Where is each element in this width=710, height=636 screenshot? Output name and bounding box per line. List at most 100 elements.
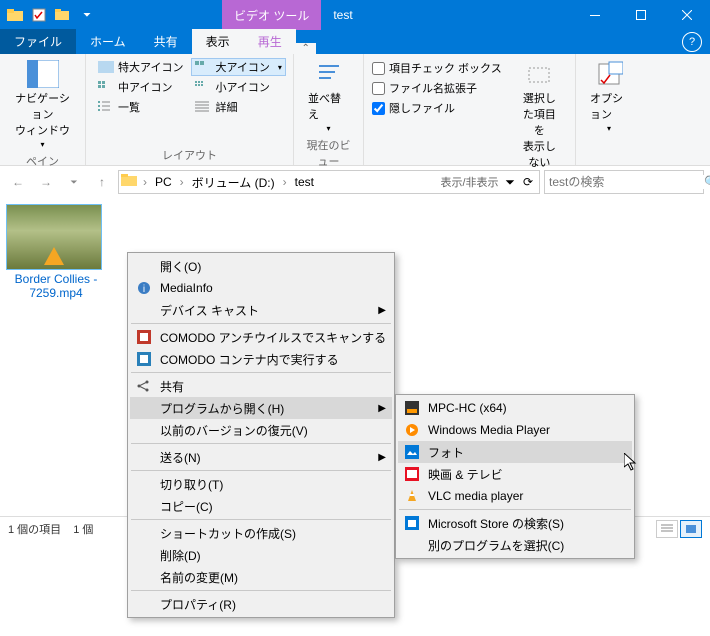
search-input[interactable] [549,175,704,189]
ribbon-collapse-icon[interactable]: ⌃ [296,43,316,54]
layout-xl[interactable]: 特大アイコン [94,58,187,76]
mpc-icon [404,400,420,416]
open-with-submenu: MPC-HC (x64) Windows Media Player フォト 映画… [395,394,635,559]
crumb-pc[interactable]: PC [151,175,176,189]
nav-pane-button[interactable]: ナビゲーション ウィンドウ ▾ [8,58,77,151]
share-icon [136,378,152,394]
mediainfo-icon: i [136,280,152,296]
svg-text:i: i [143,284,145,295]
video-thumbnail [6,204,102,270]
maximize-button[interactable] [618,0,664,30]
ctx-comodo-scan[interactable]: COMODO アンチウイルスでスキャンする [130,326,392,348]
tab-play[interactable]: 再生 [244,29,296,54]
chk-item-boxes[interactable]: 項目チェック ボックス [372,60,502,76]
group-sort-label: 現在のビュー [302,135,355,169]
thumbnails-view-icon[interactable] [680,520,702,538]
search-icon[interactable]: 🔍 [704,175,710,189]
chevron-right-icon: ▶ [378,305,386,316]
ctx-shortcut[interactable]: ショートカットの作成(S) [130,522,392,544]
app-wmp[interactable]: Windows Media Player [398,419,632,441]
chevron-right-icon[interactable]: › [281,175,289,189]
ctx-delete[interactable]: 削除(D) [130,544,392,566]
app-photos[interactable]: フォト [398,441,632,463]
layout-md[interactable]: 中アイコン [94,78,187,96]
comodo-icon [136,329,152,345]
sort-button[interactable]: 並べ替え ▾ [302,58,355,135]
qat-dropdown-icon[interactable]: ⏷ [76,4,98,26]
tab-home[interactable]: ホーム [76,29,140,54]
app-mpc[interactable]: MPC-HC (x64) [398,397,632,419]
ctx-prev-versions[interactable]: 以前のバージョンの復元(V) [130,419,392,441]
ctx-cast[interactable]: デバイス キャスト▶ [130,299,392,321]
chevron-right-icon[interactable]: › [141,175,149,189]
movies-icon [404,466,420,482]
vlc-icon [404,488,420,504]
folder-icon [4,4,26,26]
titlebar: ⏷ ビデオ ツール test [0,0,710,30]
layout-sm[interactable]: 小アイコン [191,78,285,96]
hide-selected-button[interactable]: 選択した項目を 表示しない [512,58,567,172]
chk-extensions[interactable]: ファイル名拡張子 [372,80,502,96]
details-view-icon[interactable] [656,520,678,538]
back-button[interactable]: ← [6,170,30,194]
chk-hidden[interactable]: 隠しファイル [372,100,502,116]
comodo-container-icon [136,351,152,367]
contextual-tab: ビデオ ツール [222,0,321,30]
app-movies-tv[interactable]: 映画 & テレビ [398,463,632,485]
ctx-mediainfo[interactable]: iMediaInfo [130,277,392,299]
ctx-copy[interactable]: コピー(C) [130,495,392,517]
search-box[interactable]: 🔍 [544,170,704,194]
ctx-cut[interactable]: 切り取り(T) [130,473,392,495]
item-count: 1 個の項目 [8,521,61,537]
file-item[interactable]: Border Collies - 7259.mp4 [6,204,106,301]
context-menu: 開く(O) iMediaInfo デバイス キャスト▶ COMODO アンチウイ… [127,252,395,618]
app-store-search[interactable]: Microsoft Store の検索(S) [398,512,632,534]
selection-count: 1 個 [73,521,93,537]
props-icon[interactable] [28,4,50,26]
refresh-icon[interactable]: ⟳ [519,175,537,190]
window-title: test [333,8,352,22]
wmp-icon [404,422,420,438]
file-name: Border Collies - 7259.mp4 [6,272,106,301]
crumb-volume[interactable]: ボリューム (D:) [188,174,279,191]
layout-lg[interactable]: 大アイコン▾ [191,58,285,76]
chevron-right-icon[interactable]: › [178,175,186,189]
ribbon: ナビゲーション ウィンドウ ▾ ペイン 特大アイコン 大アイコン▾ 中アイコン … [0,54,710,166]
tab-share[interactable]: 共有 [140,29,192,54]
ctx-comodo-run[interactable]: COMODO コンテナ内で実行する [130,348,392,370]
tab-view[interactable]: 表示 [192,29,244,54]
ctx-properties[interactable]: プロパティ(R) [130,593,392,615]
up-button[interactable]: ↑ [90,170,114,194]
chevron-right-icon: ▶ [378,452,386,463]
ctx-rename[interactable]: 名前の変更(M) [130,566,392,588]
address-dropdown-icon[interactable]: ⏷ [501,175,519,190]
quick-access-toolbar: ⏷ [0,4,102,26]
layout-list[interactable]: 一覧 [94,98,187,116]
history-dropdown[interactable]: ⏷ [62,170,86,194]
forward-button[interactable]: → [34,170,58,194]
folder-icon [121,173,139,191]
crumb-folder[interactable]: test [291,175,318,189]
ribbon-tabs: ファイル ホーム 共有 表示 再生 ⌃ ? [0,30,710,54]
layout-details[interactable]: 詳細 [191,98,285,116]
ctx-open-with[interactable]: プログラムから開く(H)▶ [130,397,392,419]
help-icon[interactable]: ? [682,32,702,52]
minimize-button[interactable] [572,0,618,30]
group-pane-label: ペイン [8,151,77,169]
tab-file[interactable]: ファイル [0,29,76,54]
app-choose-another[interactable]: 別のプログラムを選択(C) [398,534,632,556]
group-layout-label: レイアウト [94,145,285,163]
ctx-share[interactable]: 共有 [130,375,392,397]
ctx-send-to[interactable]: 送る(N)▶ [130,446,392,468]
app-vlc[interactable]: VLC media player [398,485,632,507]
options-button[interactable]: オプション ▾ [584,58,634,135]
close-button[interactable] [664,0,710,30]
photos-icon [404,444,420,460]
nav-pane-label: ナビゲーション ウィンドウ [14,90,71,138]
store-icon [404,515,420,531]
ctx-open[interactable]: 開く(O) [130,255,392,277]
chevron-right-icon: ▶ [378,403,386,414]
new-folder-icon[interactable] [52,4,74,26]
breadcrumb[interactable]: › PC › ボリューム (D:) › test ⏷ ⟳ [118,170,540,194]
addressbar: ← → ⏷ ↑ › PC › ボリューム (D:) › test ⏷ ⟳ 🔍 [0,166,710,198]
